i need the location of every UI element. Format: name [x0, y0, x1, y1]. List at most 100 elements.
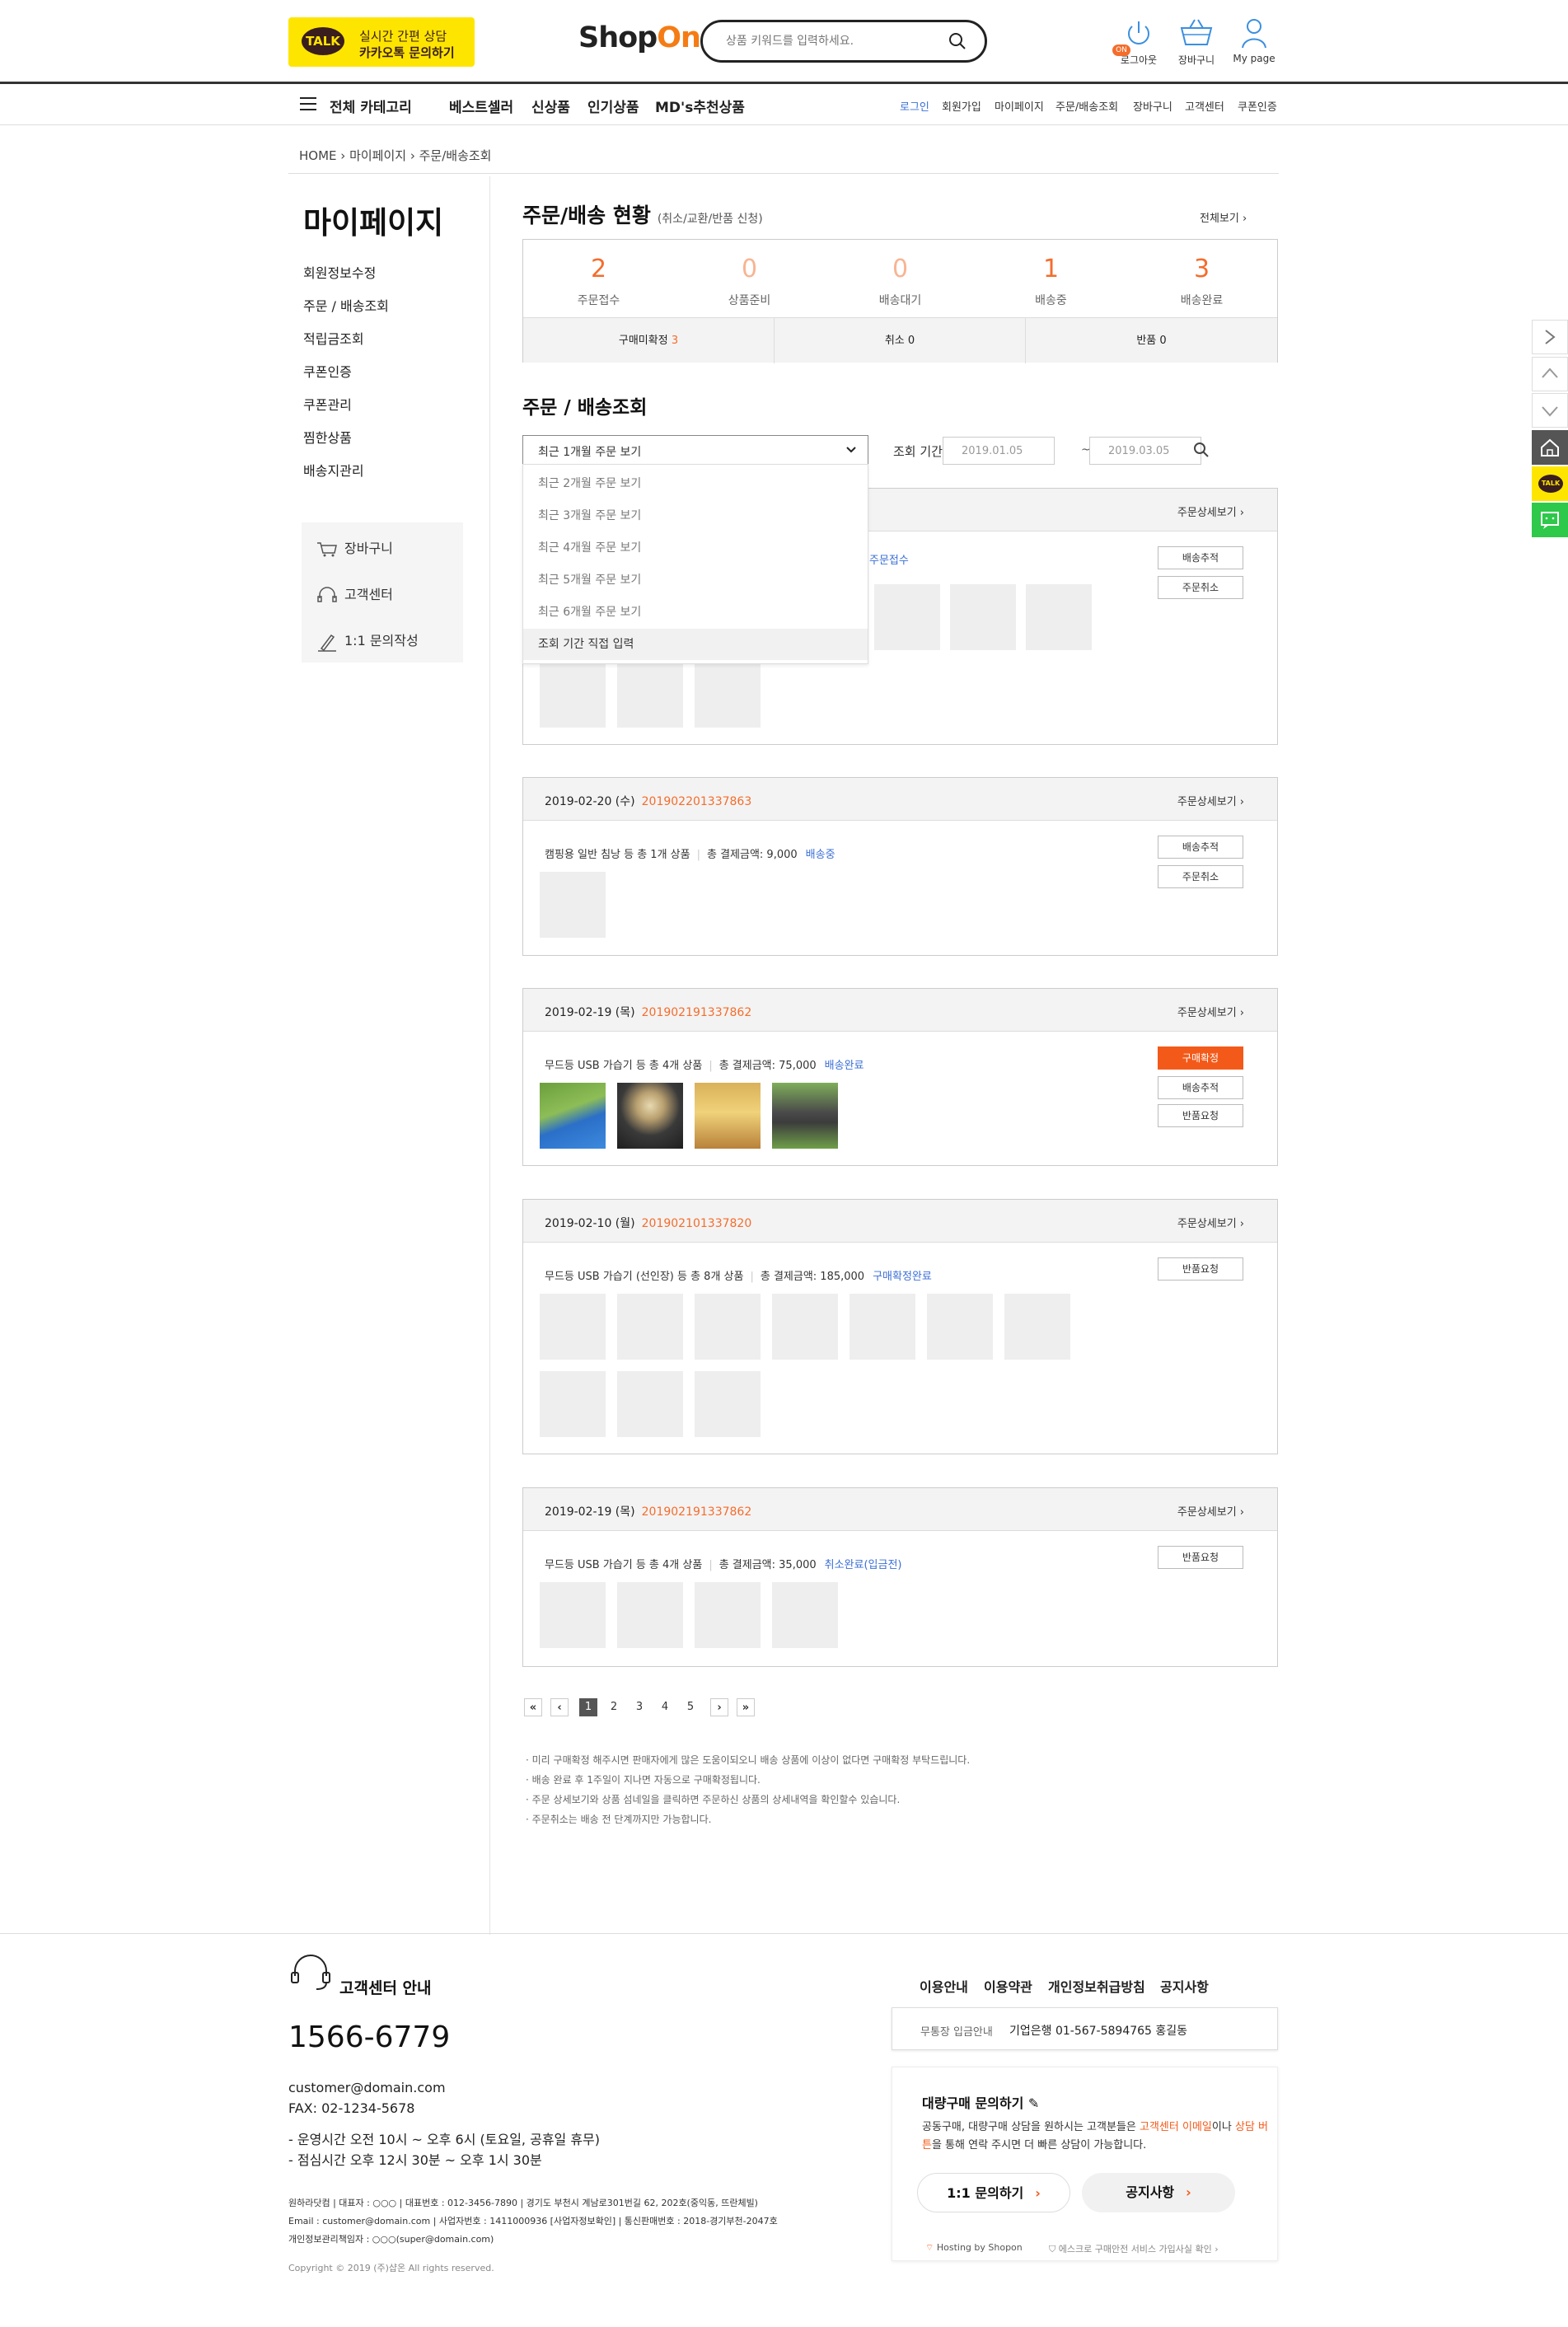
sidebar-item-wishlist[interactable]: 찜한상품	[303, 427, 352, 447]
quickbar-next[interactable]	[1532, 320, 1568, 354]
mypage-button[interactable]: My page	[1229, 16, 1279, 64]
order-detail-link[interactable]: 주문상세보기 ›	[1177, 1004, 1244, 1019]
product-thumbnail[interactable]	[695, 1294, 761, 1360]
sidebar-inquiry-link[interactable]: 1:1 문의작성	[316, 630, 419, 652]
order-detail-link[interactable]: 주문상세보기 ›	[1177, 1215, 1244, 1230]
product-thumbnail[interactable]	[772, 1294, 838, 1360]
status-returned[interactable]: 반품 0	[1026, 318, 1277, 363]
order-detail-link[interactable]: 주문상세보기 ›	[1177, 793, 1244, 808]
nav-new[interactable]: 신상품	[531, 96, 570, 116]
return-request-button[interactable]: 반품요청	[1158, 1546, 1243, 1569]
nav-cs[interactable]: 고객센터	[1185, 98, 1224, 114]
cart-button[interactable]: 장바구니	[1172, 16, 1221, 67]
period-option-custom[interactable]: 조회 기간 직접 입력	[523, 629, 868, 660]
footer-link-terms[interactable]: 이용약관	[984, 1976, 1032, 1996]
pager-last[interactable]: »	[737, 1698, 755, 1716]
pager-page-2[interactable]: 2	[605, 1698, 623, 1716]
product-thumbnail[interactable]	[540, 872, 606, 938]
product-thumbnail[interactable]	[540, 1582, 606, 1648]
status-delivered[interactable]: 3 배송완료	[1126, 255, 1277, 308]
nav-mypage[interactable]: 마이페이지	[995, 98, 1044, 114]
order-detail-link[interactable]: 주문상세보기 ›	[1177, 1503, 1244, 1519]
order-number[interactable]: 201902191337862	[642, 1006, 752, 1019]
pager-first[interactable]: «	[524, 1698, 542, 1716]
search-icon[interactable]	[948, 32, 967, 50]
pager-next[interactable]: ›	[710, 1698, 728, 1716]
order-number[interactable]: 201902191337862	[642, 1505, 752, 1519]
sidebar-item-coupons[interactable]: 쿠폰관리	[303, 394, 352, 414]
footer-link-privacy[interactable]: 개인정보취급방침	[1048, 1976, 1145, 1996]
notice-button[interactable]: 공지사항 ›	[1082, 2173, 1235, 2212]
sidebar-item-profile[interactable]: 회원정보수정	[303, 262, 376, 282]
pager-page-4[interactable]: 4	[656, 1698, 674, 1716]
sidebar-item-coupon-auth[interactable]: 쿠폰인증	[303, 361, 352, 381]
menu-icon[interactable]	[300, 97, 316, 112]
escrow-link[interactable]: ⛉ 에스크로 구매안전 서비스 가입사실 확인 ›	[1049, 2242, 1219, 2255]
quickbar-chat[interactable]	[1532, 503, 1568, 537]
quickbar-up[interactable]	[1532, 357, 1568, 391]
pager-page-5[interactable]: 5	[681, 1698, 700, 1716]
product-thumbnail[interactable]	[540, 1371, 606, 1437]
status-preparing[interactable]: 0 상품준비	[674, 255, 825, 308]
product-thumbnail[interactable]	[617, 1083, 683, 1149]
crumb-mypage[interactable]: 마이페이지	[349, 148, 406, 163]
product-thumbnail[interactable]	[772, 1582, 838, 1648]
nav-cart[interactable]: 장바구니	[1133, 98, 1172, 114]
crumb-home[interactable]: HOME	[299, 148, 337, 163]
nav-popular[interactable]: 인기상품	[587, 96, 639, 116]
product-thumbnail[interactable]	[927, 1294, 993, 1360]
logout-button[interactable]: 로그아웃	[1114, 16, 1163, 67]
status-shipping[interactable]: 1 배송중	[976, 255, 1126, 308]
status-unconfirmed[interactable]: 구매미확정 3	[523, 318, 775, 363]
footer-link-guide[interactable]: 이용안내	[920, 1976, 968, 1996]
product-thumbnail[interactable]	[617, 662, 683, 728]
sidebar-item-points[interactable]: 적립금조회	[303, 328, 364, 348]
status-received[interactable]: 2 주문접수	[523, 255, 674, 308]
nav-bestseller[interactable]: 베스트셀러	[449, 96, 513, 116]
product-thumbnail[interactable]	[617, 1371, 683, 1437]
status-cancelled[interactable]: 취소 0	[775, 318, 1026, 363]
period-option-4m[interactable]: 최근 4개월 주문 보기	[523, 532, 868, 564]
pager-page-3[interactable]: 3	[630, 1698, 648, 1716]
sidebar-item-address[interactable]: 배송지관리	[303, 460, 364, 480]
nav-md-pick[interactable]: MD's추천상품	[655, 96, 745, 116]
nav-order[interactable]: 주문/배송조회	[1055, 98, 1118, 114]
status-waiting[interactable]: 0 배송대기	[825, 255, 976, 308]
period-option-2m[interactable]: 최근 2개월 주문 보기	[523, 468, 868, 499]
period-option-6m[interactable]: 최근 6개월 주문 보기	[523, 597, 868, 628]
period-option-3m[interactable]: 최근 3개월 주문 보기	[523, 500, 868, 531]
sidebar-item-orders[interactable]: 주문 / 배송조회	[303, 295, 389, 315]
quickbar-kakao[interactable]: TALK	[1532, 466, 1568, 501]
track-button[interactable]: 배송추적	[1158, 546, 1243, 569]
period-select[interactable]: 최근 1개월 주문 보기	[522, 435, 868, 465]
product-thumbnail[interactable]	[850, 1294, 915, 1360]
product-thumbnail[interactable]	[772, 1083, 838, 1149]
confirm-purchase-button[interactable]: 구매확정	[1158, 1046, 1243, 1070]
track-button[interactable]: 배송추적	[1158, 836, 1243, 859]
product-thumbnail[interactable]	[950, 584, 1016, 650]
date-from-input[interactable]: 2019.01.05	[943, 437, 1055, 465]
search-input[interactable]	[726, 32, 940, 50]
quickbar-down[interactable]	[1532, 393, 1568, 428]
sidebar-cs-link[interactable]: 고객센터	[316, 583, 393, 605]
product-thumbnail[interactable]	[874, 584, 940, 650]
view-all-link[interactable]: 전체보기 ›	[1200, 209, 1247, 225]
return-request-button[interactable]: 반품요청	[1158, 1104, 1243, 1127]
footer-link-notice[interactable]: 공지사항	[1160, 1976, 1209, 1996]
inquiry-button[interactable]: 1:1 문의하기 ›	[917, 2173, 1070, 2212]
product-thumbnail[interactable]	[617, 1582, 683, 1648]
cancel-order-button[interactable]: 주문취소	[1158, 576, 1243, 599]
return-request-button[interactable]: 반품요청	[1158, 1257, 1243, 1281]
date-to-input[interactable]: 2019.03.05	[1089, 437, 1201, 465]
nav-login[interactable]: 로그인	[900, 98, 929, 114]
logo[interactable]: ShopOn	[578, 21, 701, 54]
product-thumbnail[interactable]	[1026, 584, 1092, 650]
product-thumbnail[interactable]	[540, 1083, 606, 1149]
product-thumbnail[interactable]	[695, 1083, 761, 1149]
product-thumbnail[interactable]	[695, 1371, 761, 1437]
order-number[interactable]: 201902201337863	[642, 795, 752, 808]
period-option-5m[interactable]: 최근 5개월 주문 보기	[523, 564, 868, 596]
product-thumbnail[interactable]	[617, 1294, 683, 1360]
track-button[interactable]: 배송추적	[1158, 1076, 1243, 1099]
pager-page-1[interactable]: 1	[579, 1698, 597, 1716]
